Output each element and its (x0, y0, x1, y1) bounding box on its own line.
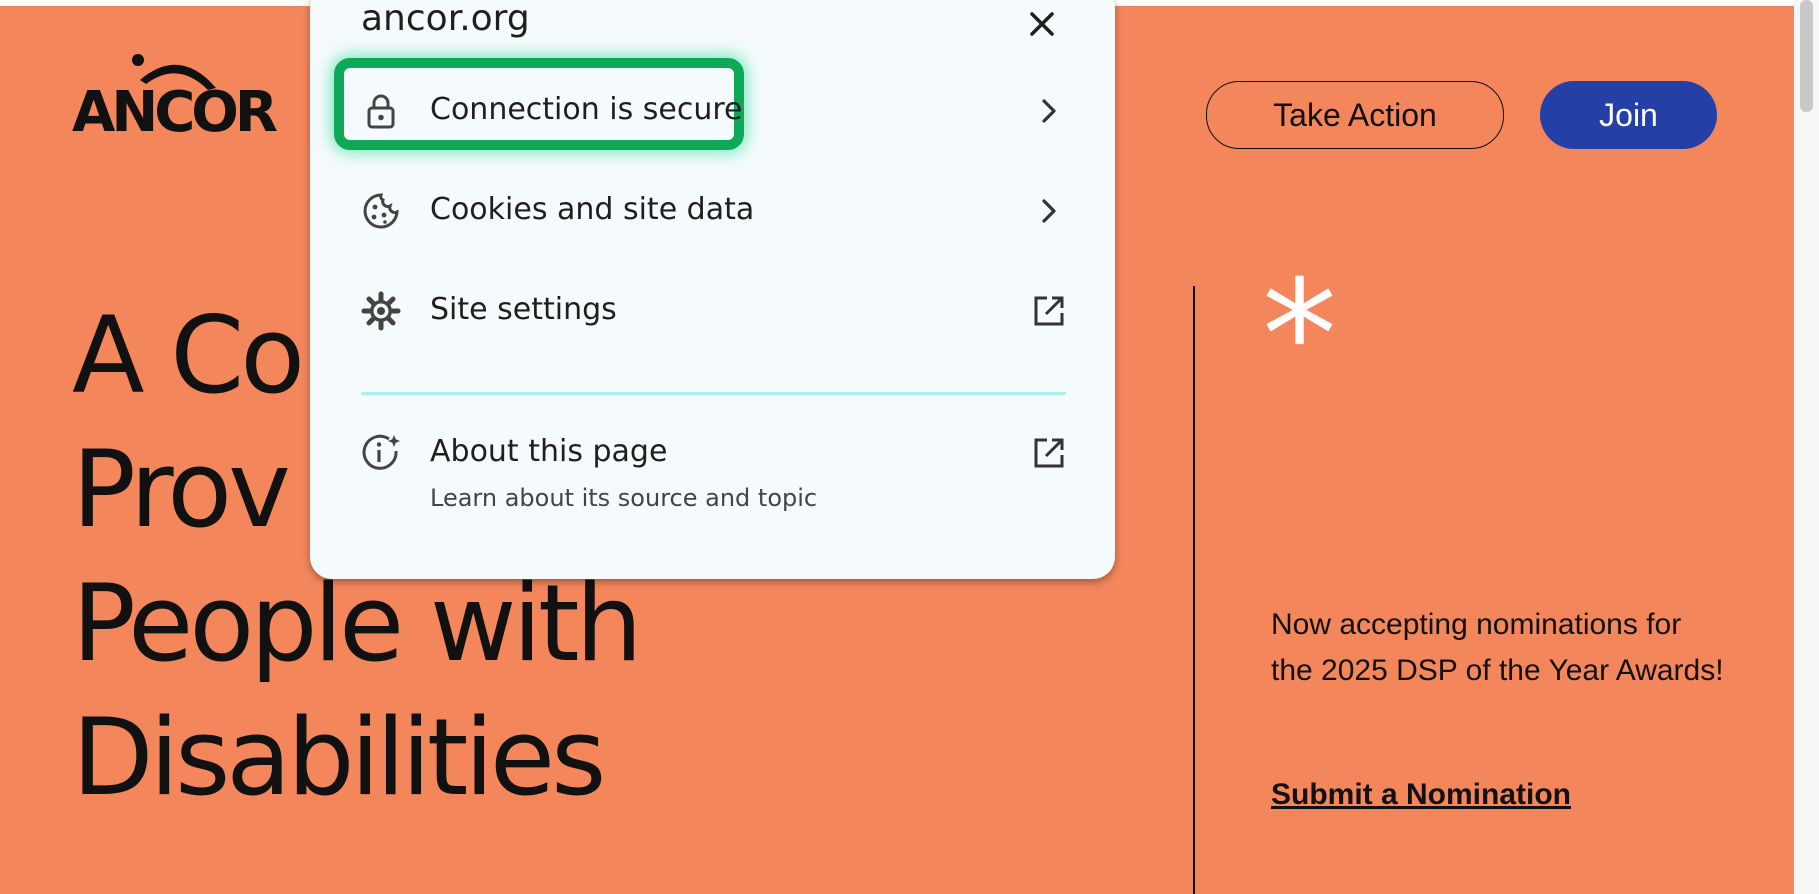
site-settings-item[interactable]: Site settings (361, 280, 1067, 340)
connection-secure-label: Connection is secure (430, 92, 743, 127)
about-this-page-item[interactable]: About this page Learn about its source a… (361, 422, 1067, 522)
vertical-divider (1193, 286, 1195, 894)
popup-separator (361, 392, 1066, 395)
gear-icon (361, 291, 401, 331)
nomination-announcement: Now accepting nominations for the 2025 D… (1271, 608, 1724, 687)
site-settings-label: Site settings (430, 292, 617, 327)
asterisk-icon: * (1262, 249, 1337, 423)
cookies-site-data-item[interactable]: Cookies and site data (361, 180, 1067, 240)
about-this-page-label: About this page (430, 434, 668, 469)
logo-text: ANCOR (72, 80, 278, 145)
scrollbar-thumb[interactable] (1800, 0, 1813, 112)
about-this-page-sublabel: Learn about its source and topic (430, 484, 818, 512)
lock-icon (367, 94, 395, 129)
submit-nomination-link[interactable]: Submit a Nomination (1271, 778, 1571, 812)
hero-line: Disabilities (72, 696, 606, 819)
ancor-logo[interactable]: ANCOR (72, 50, 297, 150)
popup-domain-title: ancor.org (361, 0, 530, 39)
cookie-icon (363, 193, 399, 229)
site-info-popup: ancor.org Connection is secure Cookies a… (310, 0, 1115, 579)
external-link-icon (1034, 296, 1064, 326)
vertical-scrollbar[interactable] (1794, 0, 1819, 894)
chevron-right-icon (1042, 99, 1056, 123)
connection-secure-item[interactable]: Connection is secure (361, 80, 1067, 140)
cookies-site-data-label: Cookies and site data (430, 192, 755, 227)
close-icon[interactable] (1018, 0, 1066, 48)
external-link-icon (1034, 438, 1064, 468)
chevron-right-icon (1042, 199, 1056, 223)
take-action-button[interactable]: Take Action (1206, 81, 1504, 149)
join-button[interactable]: Join (1540, 81, 1717, 149)
info-sparkle-icon (362, 434, 400, 470)
